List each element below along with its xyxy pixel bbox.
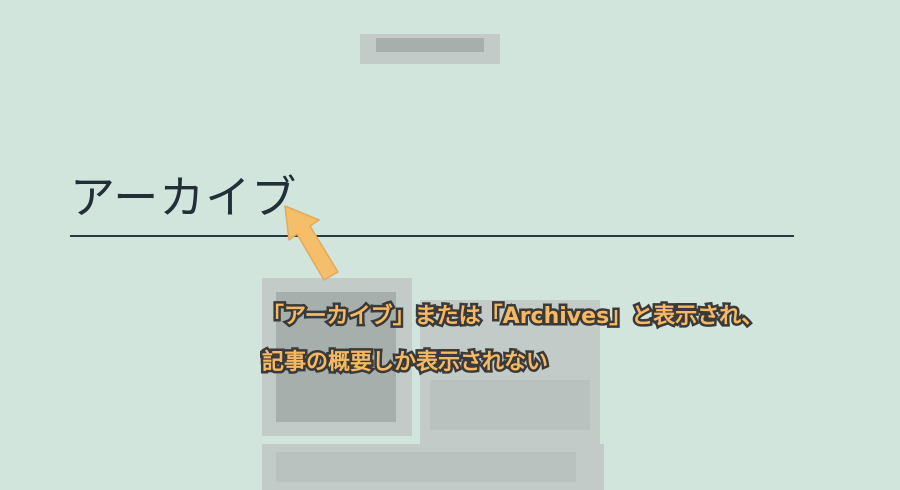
blurred-article-excerpt-core xyxy=(430,380,590,430)
annotation-callout: 「アーカイブ」または「Archives」と表示され、 記事の概要しか表示されない xyxy=(260,294,892,386)
blurred-article-footer-core xyxy=(276,452,576,482)
title-divider xyxy=(70,235,794,237)
blurred-header-text-core xyxy=(376,38,484,52)
arrow-up-left-icon xyxy=(284,205,339,281)
annotation-line-1: 「アーカイブ」または「Archives」と表示され、 xyxy=(260,302,766,332)
annotation-line-2: 記事の概要しか表示されない xyxy=(260,348,551,378)
page-title: アーカイブ xyxy=(70,171,298,225)
